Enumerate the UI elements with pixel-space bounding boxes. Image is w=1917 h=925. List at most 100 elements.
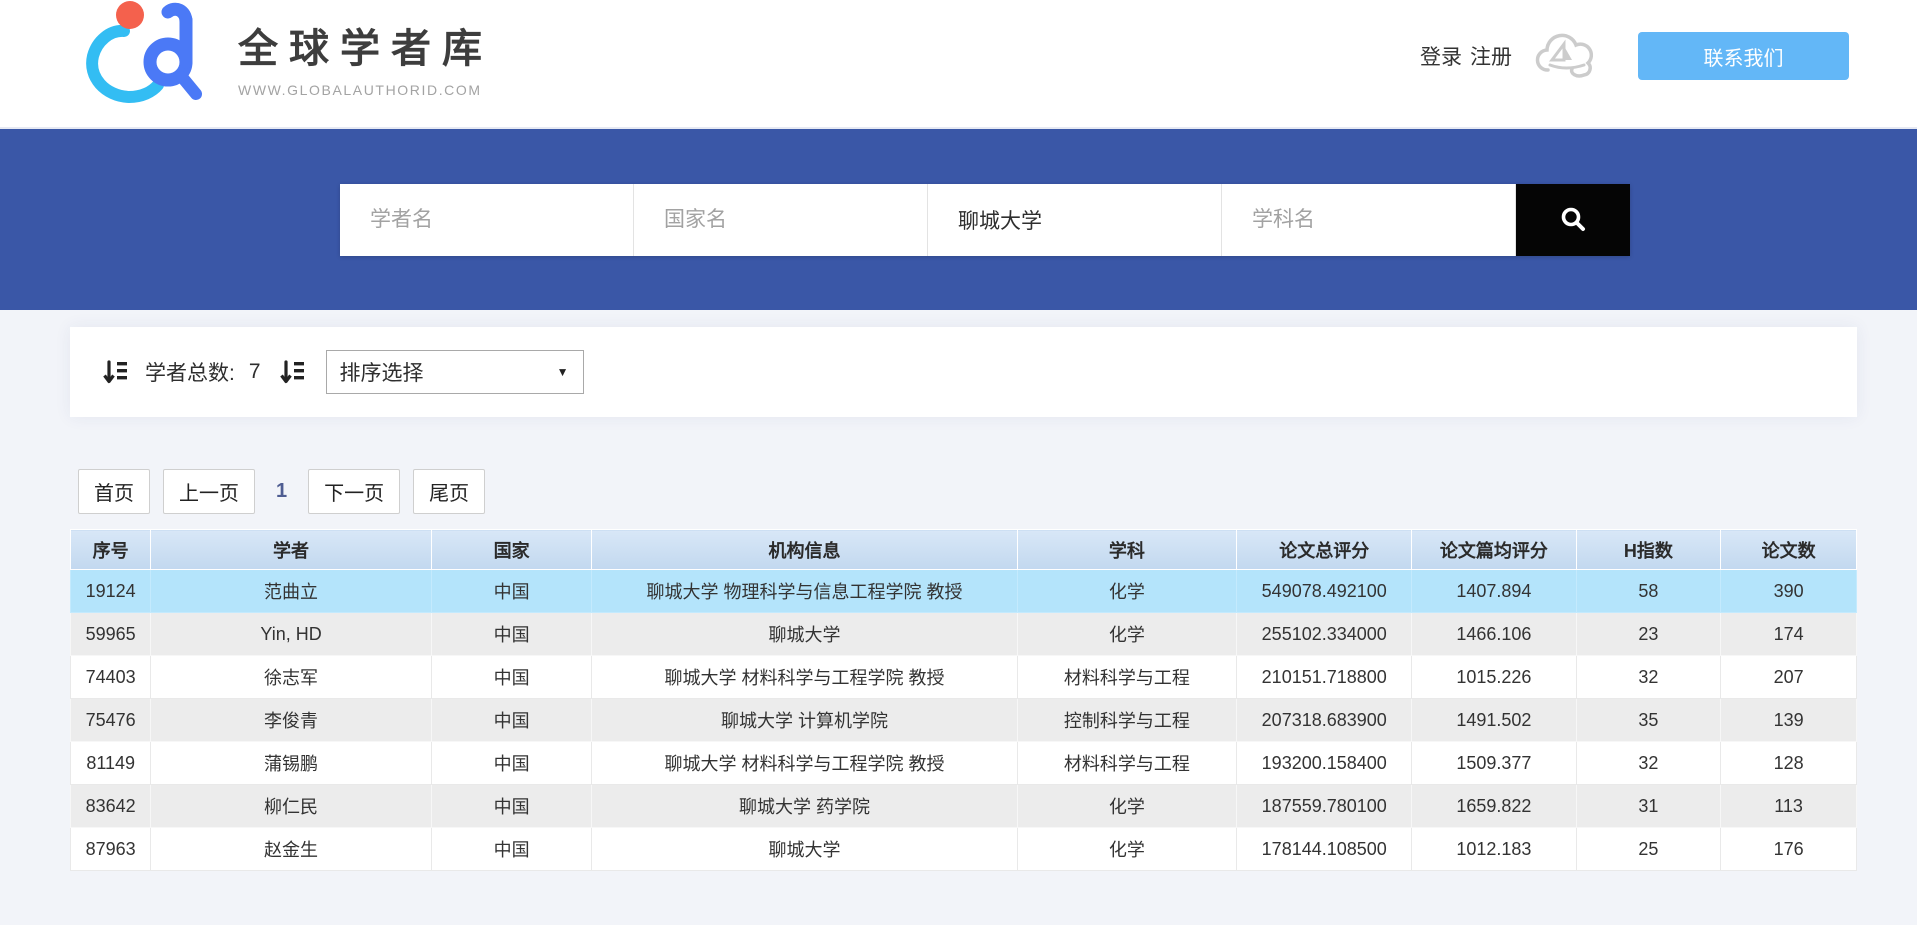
current-page-number: 1 xyxy=(276,480,287,503)
cell-institution: 聊城大学 材料科学与工程学院 教授 xyxy=(592,742,1017,785)
cell-paper-count: 176 xyxy=(1721,828,1857,871)
cell-scholar: 赵金生 xyxy=(151,828,431,871)
brand-logo[interactable]: 全球学者库 WWW.GLOBALAUTHORID.COM xyxy=(82,0,493,110)
table-row[interactable]: 81149 蒲锡鹏 中国 聊城大学 材料科学与工程学院 教授 材料科学与工程 1… xyxy=(71,742,1857,785)
cell-discipline: 化学 xyxy=(1017,570,1237,613)
cell-paper-count: 174 xyxy=(1721,613,1857,656)
cell-paper-count: 207 xyxy=(1721,656,1857,699)
brand-text: 全球学者库 WWW.GLOBALAUTHORID.COM xyxy=(238,16,493,98)
cell-seq: 74403 xyxy=(71,656,151,699)
table-row[interactable]: 75476 李俊青 中国 聊城大学 计算机学院 控制科学与工程 207318.6… xyxy=(71,699,1857,742)
institution-input[interactable] xyxy=(928,184,1222,256)
cell-seq: 59965 xyxy=(71,613,151,656)
cell-avg-score: 1012.183 xyxy=(1412,828,1576,871)
cell-institution: 聊城大学 药学院 xyxy=(592,785,1017,828)
total-scholars-value: 7 xyxy=(249,360,261,384)
cell-scholar: 范曲立 xyxy=(151,570,431,613)
scholar-name-input[interactable] xyxy=(340,184,634,256)
table-row[interactable]: 19124 范曲立 中国 聊城大学 物理科学与信息工程学院 教授 化学 5490… xyxy=(71,570,1857,613)
cell-scholar: 柳仁民 xyxy=(151,785,431,828)
chevron-down-icon: ▼ xyxy=(557,365,569,379)
cell-avg-score: 1466.106 xyxy=(1412,613,1576,656)
login-link[interactable]: 登录 xyxy=(1420,41,1462,71)
discipline-input[interactable] xyxy=(1222,184,1516,256)
auth-links: 登录 注册 xyxy=(1420,41,1512,71)
cell-scholar: Yin, HD xyxy=(151,613,431,656)
col-header-discipline: 学科 xyxy=(1017,530,1237,570)
table-row[interactable]: 59965 Yin, HD 中国 聊城大学 化学 255102.334000 1… xyxy=(71,613,1857,656)
col-header-scholar: 学者 xyxy=(151,530,431,570)
cell-avg-score: 1015.226 xyxy=(1412,656,1576,699)
cell-country: 中国 xyxy=(431,613,592,656)
cell-institution: 聊城大学 材料科学与工程学院 教授 xyxy=(592,656,1017,699)
cell-discipline: 化学 xyxy=(1017,828,1237,871)
cell-discipline: 化学 xyxy=(1017,613,1237,656)
cell-seq: 75476 xyxy=(71,699,151,742)
cell-h-index: 32 xyxy=(1576,656,1721,699)
cell-h-index: 25 xyxy=(1576,828,1721,871)
table-row[interactable]: 83642 柳仁民 中国 聊城大学 药学院 化学 187559.780100 1… xyxy=(71,785,1857,828)
cell-institution: 聊城大学 计算机学院 xyxy=(592,699,1017,742)
globalauthorid-logo-icon xyxy=(82,0,212,110)
cell-scholar: 蒲锡鹏 xyxy=(151,742,431,785)
sort-amount-icon xyxy=(279,359,306,386)
top-header: 全球学者库 WWW.GLOBALAUTHORID.COM 登录 注册 联系我们 xyxy=(0,0,1917,127)
search-icon xyxy=(1558,205,1588,235)
table-row[interactable]: 87963 赵金生 中国 聊城大学 化学 178144.108500 1012.… xyxy=(71,828,1857,871)
cell-total-score: 193200.158400 xyxy=(1237,742,1412,785)
search-button[interactable] xyxy=(1516,184,1630,256)
cell-total-score: 178144.108500 xyxy=(1237,828,1412,871)
cell-h-index: 35 xyxy=(1576,699,1721,742)
country-name-input[interactable] xyxy=(634,184,928,256)
cell-h-index: 58 xyxy=(1576,570,1721,613)
table-header-row: 序号 学者 国家 机构信息 学科 论文总评分 论文篇均评分 H指数 论文数 xyxy=(71,530,1857,570)
cell-scholar: 李俊青 xyxy=(151,699,431,742)
cloud-sail-icon xyxy=(1534,30,1600,82)
first-page-button[interactable]: 首页 xyxy=(78,469,150,514)
cell-h-index: 23 xyxy=(1576,613,1721,656)
cell-seq: 81149 xyxy=(71,742,151,785)
total-scholars-label: 学者总数: xyxy=(145,357,235,387)
cell-total-score: 187559.780100 xyxy=(1237,785,1412,828)
cell-paper-count: 139 xyxy=(1721,699,1857,742)
cell-institution: 聊城大学 xyxy=(592,828,1017,871)
header-actions: 登录 注册 联系我们 xyxy=(1420,30,1849,82)
col-header-h-index: H指数 xyxy=(1576,530,1721,570)
cell-institution: 聊城大学 xyxy=(592,613,1017,656)
cell-avg-score: 1659.822 xyxy=(1412,785,1576,828)
cell-scholar: 徐志军 xyxy=(151,656,431,699)
search-band xyxy=(0,127,1917,310)
site-url: WWW.GLOBALAUTHORID.COM xyxy=(238,82,493,98)
cell-total-score: 255102.334000 xyxy=(1237,613,1412,656)
cell-h-index: 32 xyxy=(1576,742,1721,785)
next-page-button[interactable]: 下一页 xyxy=(308,469,400,514)
cell-paper-count: 390 xyxy=(1721,570,1857,613)
cell-avg-score: 1509.377 xyxy=(1412,742,1576,785)
sort-amount-icon xyxy=(102,359,129,386)
cell-paper-count: 113 xyxy=(1721,785,1857,828)
col-header-paper-count: 论文数 xyxy=(1721,530,1857,570)
sort-select-dropdown[interactable]: 排序选择 ▼ xyxy=(326,350,584,394)
cell-discipline: 材料科学与工程 xyxy=(1017,742,1237,785)
cell-institution: 聊城大学 物理科学与信息工程学院 教授 xyxy=(592,570,1017,613)
cell-total-score: 207318.683900 xyxy=(1237,699,1412,742)
contact-us-button[interactable]: 联系我们 xyxy=(1638,32,1849,80)
register-link[interactable]: 注册 xyxy=(1470,41,1512,71)
main-content: 学者总数: 7 排序选择 ▼ 首页 上一页 1 下一页 尾页 序号 xyxy=(0,310,1917,871)
cell-seq: 19124 xyxy=(71,570,151,613)
cell-country: 中国 xyxy=(431,785,592,828)
cell-discipline: 材料科学与工程 xyxy=(1017,656,1237,699)
cell-h-index: 31 xyxy=(1576,785,1721,828)
scholars-table: 序号 学者 国家 机构信息 学科 论文总评分 论文篇均评分 H指数 论文数 19… xyxy=(70,529,1857,871)
last-page-button[interactable]: 尾页 xyxy=(413,469,485,514)
sort-select-value: 排序选择 xyxy=(340,357,424,387)
cell-country: 中国 xyxy=(431,570,592,613)
cell-discipline: 化学 xyxy=(1017,785,1237,828)
col-header-country: 国家 xyxy=(431,530,592,570)
site-title: 全球学者库 xyxy=(238,16,493,74)
prev-page-button[interactable]: 上一页 xyxy=(163,469,255,514)
cell-country: 中国 xyxy=(431,742,592,785)
cell-discipline: 控制科学与工程 xyxy=(1017,699,1237,742)
cell-avg-score: 1407.894 xyxy=(1412,570,1576,613)
table-row[interactable]: 74403 徐志军 中国 聊城大学 材料科学与工程学院 教授 材料科学与工程 2… xyxy=(71,656,1857,699)
